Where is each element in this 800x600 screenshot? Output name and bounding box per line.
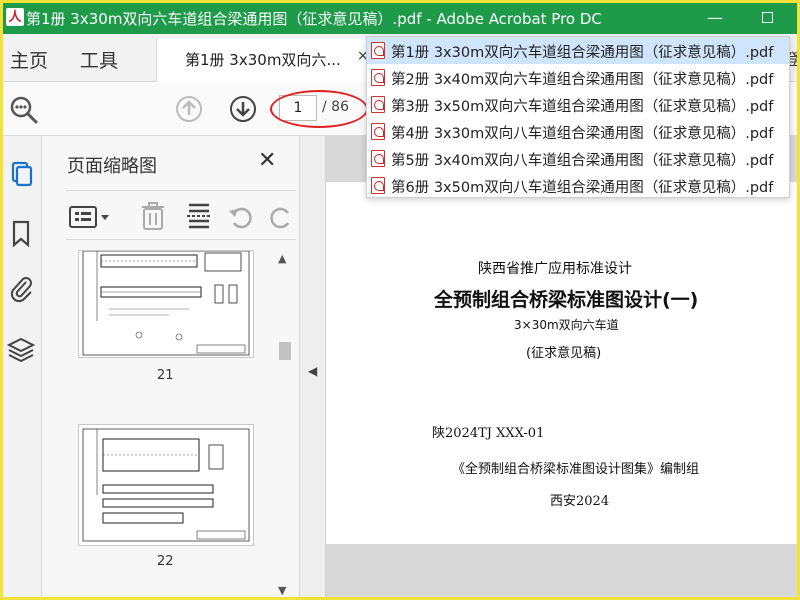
page-thumbnail-21[interactable]	[78, 250, 254, 358]
dropdown-item-label: 第2册 3x40m双向六车道组合梁通用图（征求意见稿）.pdf	[391, 72, 774, 88]
pdf-file-icon	[371, 42, 385, 59]
pdf-file-icon	[371, 96, 385, 113]
collapse-panel-arrow-icon[interactable]: ◀	[308, 364, 317, 378]
next-page-icon[interactable]	[229, 95, 257, 123]
dropdown-item-label: 第5册 3x40m双向八车道组合梁通用图（征求意见稿）.pdf	[391, 153, 774, 169]
bookmarks-icon[interactable]	[6, 218, 36, 248]
dropdown-item-label: 第1册 3x30m双向六车道组合梁通用图（征求意见稿）.pdf	[391, 45, 774, 61]
doc-draft-note: (征求意见稿)	[526, 346, 602, 361]
document-page: 陕西省推广应用标准设计 全预制组合桥梁标准图设计(一) 3×30m双向六车道 (…	[326, 182, 800, 544]
dropdown-item-2[interactable]: 第2册 3x40m双向六车道组合梁通用图（征求意见稿）.pdf	[367, 64, 789, 91]
dropdown-item-label: 第6册 3x50m双向八车道组合梁通用图（征求意见稿）.pdf	[391, 180, 774, 196]
page-thumbnails-icon[interactable]	[6, 158, 36, 188]
current-page-input[interactable]: 1	[279, 95, 317, 121]
document-tab-label: 第1册 3x30m双向六...	[185, 51, 341, 69]
maximize-icon	[761, 11, 773, 23]
doc-standard-number: 陕2024TJ XXX-01	[432, 426, 545, 441]
dropdown-item-3[interactable]: 第3册 3x50m双向六车道组合梁通用图（征求意见稿）.pdf	[367, 91, 789, 118]
dropdown-item-6[interactable]: 第6册 3x50m双向八车道组合梁通用图（征求意见稿）.pdf	[367, 172, 789, 199]
pdf-file-icon	[371, 69, 385, 86]
doc-issuer-line: 陕西省推广应用标准设计	[478, 261, 632, 277]
document-viewport[interactable]: 陕西省推广应用标准设计 全预制组合桥梁标准图设计(一) 3×30m双向六车道 (…	[326, 136, 800, 600]
panel-toolbar	[66, 190, 296, 240]
delete-page-icon[interactable]	[140, 201, 166, 231]
doc-place-year: 西安2024	[550, 494, 610, 509]
panel-close-icon[interactable]: ✕	[258, 148, 276, 173]
doc-main-title: 全预制组合桥梁标准图设计(一)	[434, 289, 699, 311]
panel-splitter[interactable]: ◀	[300, 136, 326, 600]
minimize-button[interactable]: —	[702, 4, 728, 30]
doc-subtitle: 3×30m双向六车道	[514, 318, 619, 332]
minimize-icon: —	[707, 7, 723, 27]
panel-title: 页面缩略图	[67, 156, 157, 177]
pdf-file-icon	[371, 177, 385, 194]
dropdown-item-4[interactable]: 第4册 3x30m双向八车道组合梁通用图（征求意见稿）.pdf	[367, 118, 789, 145]
pdf-file-icon	[371, 150, 385, 167]
search-zoom-icon[interactable]	[8, 94, 40, 126]
menu-tools[interactable]: 工具	[80, 46, 118, 73]
rotate-clockwise-icon[interactable]	[266, 203, 296, 231]
dropdown-item-label: 第3册 3x50m双向六车道组合梁通用图（征求意见稿）.pdf	[391, 99, 774, 115]
thumbnail-page-number: 21	[157, 368, 174, 383]
page-thumbnail-22[interactable]	[78, 424, 254, 546]
dropdown-item-label: 第4册 3x30m双向八车道组合梁通用图（征求意见稿）.pdf	[391, 126, 774, 142]
rotate-counterclockwise-icon[interactable]	[226, 203, 256, 231]
page-thumbnails-panel: 页面缩略图 ✕ 21 22 ▲ ▼	[42, 136, 300, 600]
open-documents-dropdown: 第1册 3x30m双向六车道组合梁通用图（征求意见稿）.pdf 第2册 3x40…	[366, 36, 790, 198]
title-bar: 人 第1册 3x30m双向六车道组合梁通用图（征求意见稿）.pdf - Adob…	[0, 0, 800, 34]
acrobat-app-icon[interactable]: 人	[6, 8, 24, 26]
dropdown-item-5[interactable]: 第5册 3x40m双向八车道组合梁通用图（征求意见稿）.pdf	[367, 145, 789, 172]
scrollbar-thumb[interactable]	[279, 342, 291, 360]
menu-home[interactable]: 主页	[10, 46, 48, 73]
left-navigation-rail	[0, 136, 42, 600]
window-title: 第1册 3x30m双向六车道组合梁通用图（征求意见稿）.pdf - Adobe …	[26, 10, 602, 28]
page-total-label: / 86	[322, 99, 349, 115]
app-icon-glyph: 人	[8, 9, 22, 25]
layers-icon[interactable]	[6, 334, 36, 364]
thumbnail-options-icon[interactable]	[68, 205, 114, 229]
document-tab[interactable]: 第1册 3x30m双向六... ×	[156, 38, 376, 82]
previous-page-icon[interactable]	[175, 95, 203, 123]
extract-page-icon[interactable]	[186, 201, 212, 231]
thumbnail-drawing-21	[82, 250, 250, 356]
scroll-up-arrow-icon[interactable]: ▲	[278, 252, 286, 265]
thumbnail-scrollbar[interactable]: ▲ ▼	[276, 250, 294, 598]
maximize-button[interactable]	[754, 4, 780, 30]
pdf-file-icon	[371, 123, 385, 140]
dropdown-item-1[interactable]: 第1册 3x30m双向六车道组合梁通用图（征求意见稿）.pdf	[367, 37, 789, 64]
thumbnail-page-number: 22	[157, 554, 174, 569]
attachments-icon[interactable]	[6, 274, 36, 304]
scroll-down-arrow-icon[interactable]: ▼	[278, 584, 286, 597]
thumbnail-drawing-22	[82, 428, 250, 542]
doc-compiler: 《全预制组合桥梁标准图设计图集》编制组	[452, 462, 700, 477]
